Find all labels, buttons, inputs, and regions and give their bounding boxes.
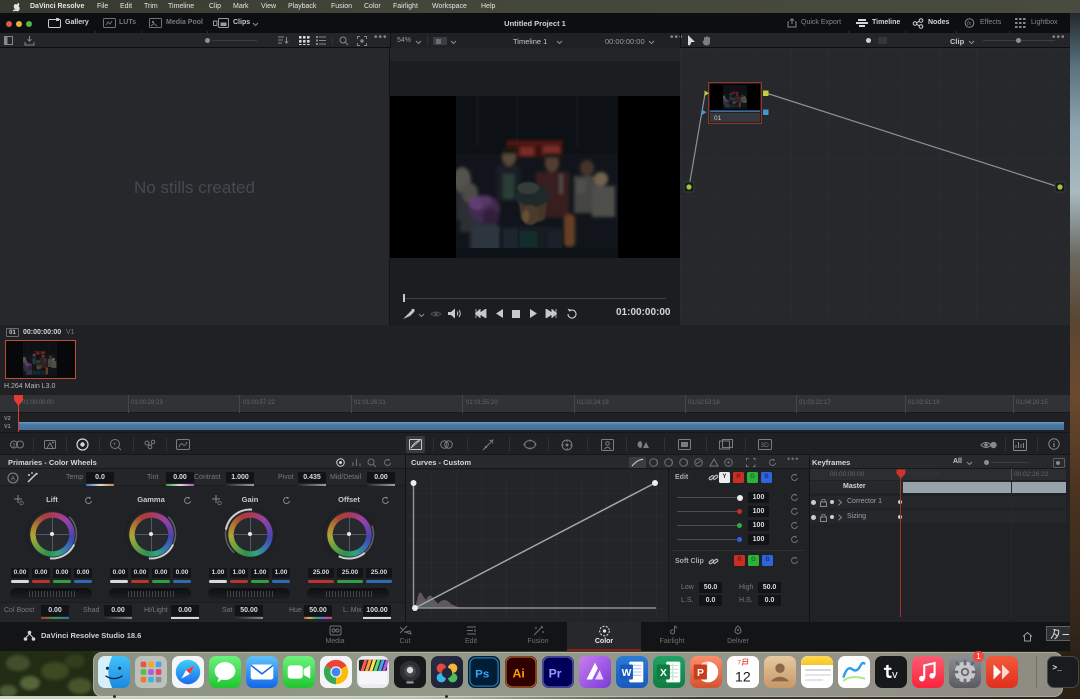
svg-text:+: + [113, 442, 117, 448]
svg-text:P: P [697, 668, 704, 679]
svg-text:Pr: Pr [549, 667, 562, 681]
svg-text:3D: 3D [761, 442, 770, 449]
svg-text:>_: >_ [1052, 664, 1062, 673]
svg-text:Ps: Ps [475, 668, 489, 680]
svg-text:7: 7 [737, 659, 741, 666]
svg-text:X: X [660, 668, 667, 679]
svg-text:01: 01 [714, 115, 722, 122]
svg-text:3: 3 [13, 443, 16, 449]
svg-text:fx: fx [967, 21, 972, 27]
svg-text:W: W [622, 668, 632, 679]
svg-text:A: A [11, 475, 16, 482]
svg-text:Ai: Ai [513, 667, 525, 681]
svg-text:v: v [892, 669, 898, 681]
svg-text:12: 12 [735, 668, 751, 684]
